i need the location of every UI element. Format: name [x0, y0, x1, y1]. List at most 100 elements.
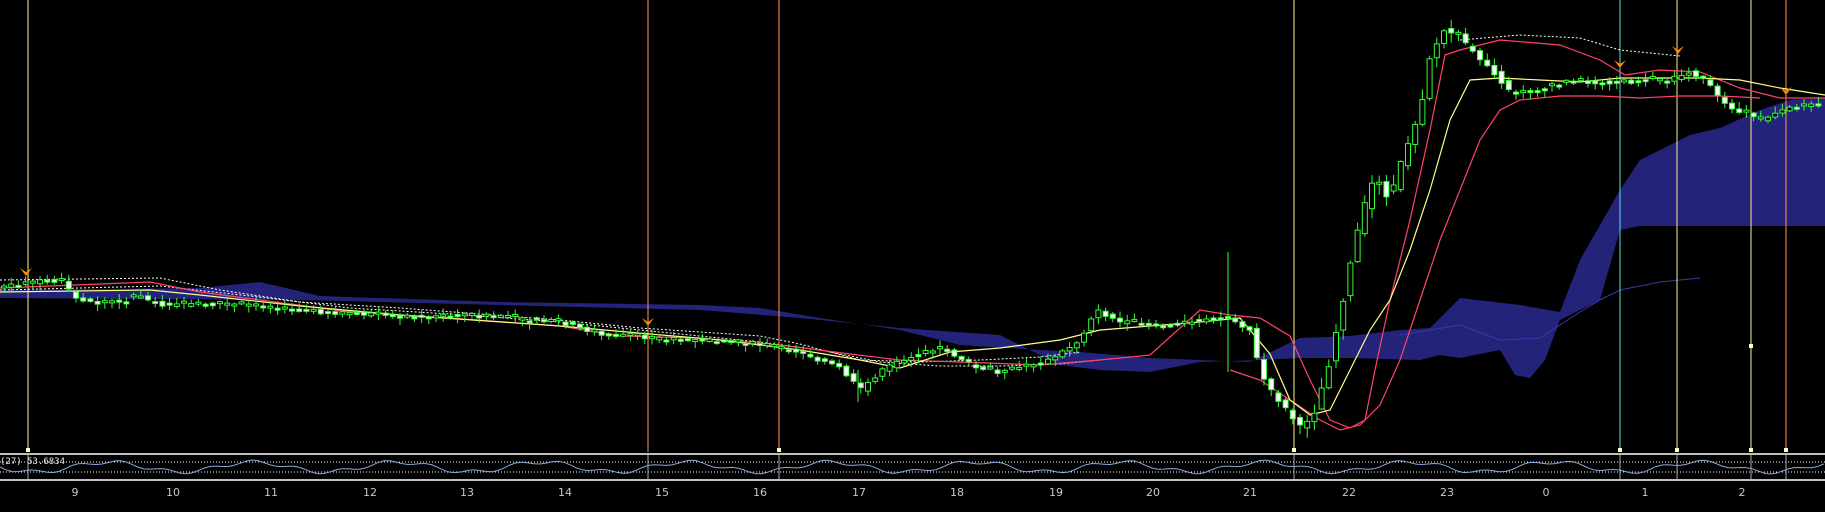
candle-body: [87, 298, 94, 302]
chart-canvas: [0, 0, 1825, 452]
arrow-marker: [1672, 46, 1684, 54]
candle-body: [1383, 181, 1390, 198]
candle-body: [497, 314, 504, 318]
time-axis-label: 14: [558, 486, 572, 499]
indicator-plot: [0, 455, 1825, 479]
candle-body: [1268, 378, 1275, 391]
candle-body: [1786, 106, 1793, 112]
candle-body: [1433, 43, 1440, 59]
candle-body: [1757, 116, 1764, 120]
candle-body: [1815, 103, 1822, 107]
candle-body: [1599, 82, 1606, 86]
candle-body: [231, 303, 238, 307]
candle-body: [1354, 229, 1361, 263]
time-axis-label: 12: [363, 486, 377, 499]
candle-body: [562, 321, 569, 326]
candle-body: [469, 312, 475, 316]
candle-body: [649, 335, 655, 340]
candle-body: [310, 308, 317, 312]
candle-body: [1376, 181, 1383, 185]
candle-body: [1520, 90, 1527, 94]
candle-body: [8, 283, 15, 288]
candle-body: [137, 295, 144, 299]
candle-body: [1707, 79, 1714, 86]
candle-body: [1340, 300, 1347, 331]
candle-body: [94, 300, 101, 305]
candle-body: [807, 353, 814, 358]
candle-body: [217, 301, 223, 305]
candle-body: [1570, 80, 1577, 84]
candle-body: [1210, 317, 1217, 322]
candle-body: [1001, 369, 1008, 373]
candle-body: [922, 350, 929, 355]
candle-body: [829, 360, 835, 365]
candle-body: [123, 301, 130, 305]
candle-body: [1549, 83, 1555, 87]
candle-body: [1736, 108, 1743, 113]
candle-body: [1743, 109, 1750, 113]
candle-body: [1808, 103, 1815, 107]
candle-body: [433, 315, 439, 319]
line-anchor-marker: [1784, 448, 1788, 452]
candle-body: [1232, 317, 1239, 323]
candle-body: [1037, 362, 1044, 366]
time-axis-label: 10: [166, 486, 180, 499]
candle-body: [764, 343, 771, 347]
candle-body: [692, 338, 699, 342]
candle-body: [1196, 318, 1203, 323]
kijun-line: [0, 39, 1825, 429]
candle-body: [793, 348, 799, 353]
candle-body: [116, 299, 123, 303]
candle-body: [757, 343, 763, 347]
candle-body: [937, 345, 943, 350]
candle-body: [1628, 79, 1635, 84]
candle-body: [1289, 409, 1296, 420]
candle-body: [584, 326, 591, 332]
candle-body: [101, 300, 108, 304]
candle-body: [65, 280, 72, 290]
candle-body: [397, 315, 403, 319]
candle-body: [1347, 262, 1354, 297]
candle-body: [245, 303, 252, 307]
price-chart[interactable]: [0, 0, 1825, 452]
candle-body: [166, 302, 173, 306]
candle-body: [1448, 28, 1455, 34]
candle-body: [1563, 79, 1570, 83]
candle-body: [1419, 98, 1426, 125]
candle-body: [1505, 79, 1512, 91]
time-axis-label: 9: [71, 486, 79, 499]
candle-body: [289, 308, 295, 312]
candle-body: [1073, 342, 1080, 349]
candle-body: [1477, 50, 1483, 61]
time-axis-label: 16: [753, 486, 767, 499]
candle-body: [850, 373, 857, 382]
candle-body: [1167, 324, 1174, 328]
candle-body: [1678, 75, 1685, 80]
indicator-value-label: (27) 53.6834: [0, 457, 66, 467]
candle-body: [699, 338, 706, 342]
candle-body: [1541, 88, 1548, 92]
time-axis-label: 21: [1243, 486, 1257, 499]
candle-body: [389, 313, 396, 318]
candle-body: [346, 312, 353, 316]
candle-body: [274, 307, 281, 311]
candle-body: [296, 308, 303, 312]
candle-body: [944, 348, 951, 352]
candle-body: [1765, 116, 1771, 122]
candle-body: [958, 355, 965, 361]
candle-body: [569, 321, 576, 325]
candle-body: [886, 364, 893, 372]
candle-body: [1462, 33, 1469, 44]
time-axis: 9 10 11 12 13 14 15 16 17 18 19 20 21 22 23 0 1 2: [0, 481, 1825, 512]
candle-body: [857, 382, 864, 389]
candle-body: [368, 312, 375, 317]
candle-body: [1145, 322, 1152, 326]
candle-body: [173, 303, 180, 307]
candle-body: [1325, 366, 1332, 389]
candle-body: [706, 338, 713, 343]
indicator-subwindow[interactable]: (27) 53.6834: [0, 453, 1825, 481]
candle-body: [1153, 323, 1159, 327]
candle-body: [224, 302, 231, 306]
candle-body: [1088, 318, 1095, 332]
candle-body: [598, 330, 605, 336]
